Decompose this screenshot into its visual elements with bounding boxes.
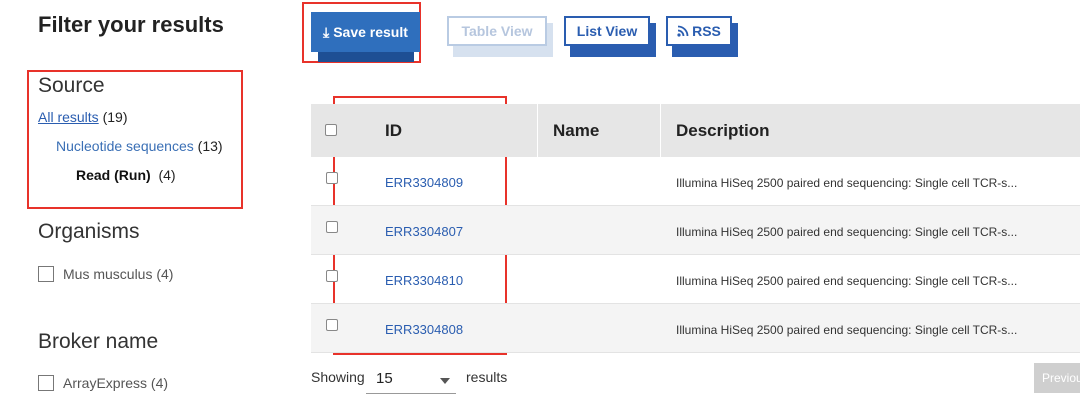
row-checkbox[interactable] [326, 270, 338, 282]
row-id-link[interactable]: ERR3304807 [385, 224, 463, 239]
showing-label: Showing [311, 369, 365, 385]
download-icon: ⤓ [323, 23, 330, 40]
save-label: Save result [333, 24, 408, 40]
row-checkbox[interactable] [326, 221, 338, 233]
row-checkbox[interactable] [326, 319, 338, 331]
rss-button[interactable]: RSS [666, 16, 732, 46]
column-header-id[interactable]: ID [385, 104, 402, 157]
chevron-down-icon [440, 378, 450, 384]
filter-title: Filter your results [38, 12, 224, 37]
row-description: Illumina HiSeq 2500 paired end sequencin… [676, 274, 1018, 288]
row-description: Illumina HiSeq 2500 paired end sequencin… [676, 323, 1018, 337]
column-divider [537, 104, 538, 157]
column-header-name[interactable]: Name [553, 104, 599, 157]
list-view-button[interactable]: List View [564, 16, 650, 46]
broker-heading: Broker name [38, 330, 159, 353]
broker-filter-arrayexpress[interactable]: ArrayExpress (4) [38, 375, 168, 391]
row-description: Illumina HiSeq 2500 paired end sequencin… [676, 225, 1018, 239]
organisms-heading: Organisms [38, 220, 140, 243]
results-label: results [466, 369, 508, 385]
save-results-button[interactable]: ⤓ Save result [311, 12, 420, 52]
column-header-description[interactable]: Description [676, 104, 770, 157]
previous-button[interactable]: Previous [1034, 363, 1080, 393]
row-id-link[interactable]: ERR3304809 [385, 175, 463, 190]
checkbox[interactable] [38, 266, 54, 282]
rss-icon [677, 25, 689, 37]
checkbox[interactable] [38, 375, 54, 391]
column-divider [660, 104, 661, 157]
organism-filter-mus-musculus[interactable]: Mus musculus (4) [38, 266, 173, 282]
table-view-button[interactable]: Table View [447, 16, 547, 46]
row-description: Illumina HiSeq 2500 paired end sequencin… [676, 176, 1018, 190]
row-id-link[interactable]: ERR3304808 [385, 322, 463, 337]
page-size-select[interactable]: 15 [366, 364, 456, 394]
row-checkbox[interactable] [326, 172, 338, 184]
page-size-value: 15 [376, 370, 393, 387]
organism-label: Mus musculus (4) [63, 266, 174, 282]
select-all-checkbox[interactable] [325, 124, 337, 136]
rss-label: RSS [692, 23, 721, 39]
row-id-link[interactable]: ERR3304810 [385, 273, 463, 288]
source-highlight-box [27, 70, 243, 209]
broker-label: ArrayExpress (4) [63, 375, 169, 391]
